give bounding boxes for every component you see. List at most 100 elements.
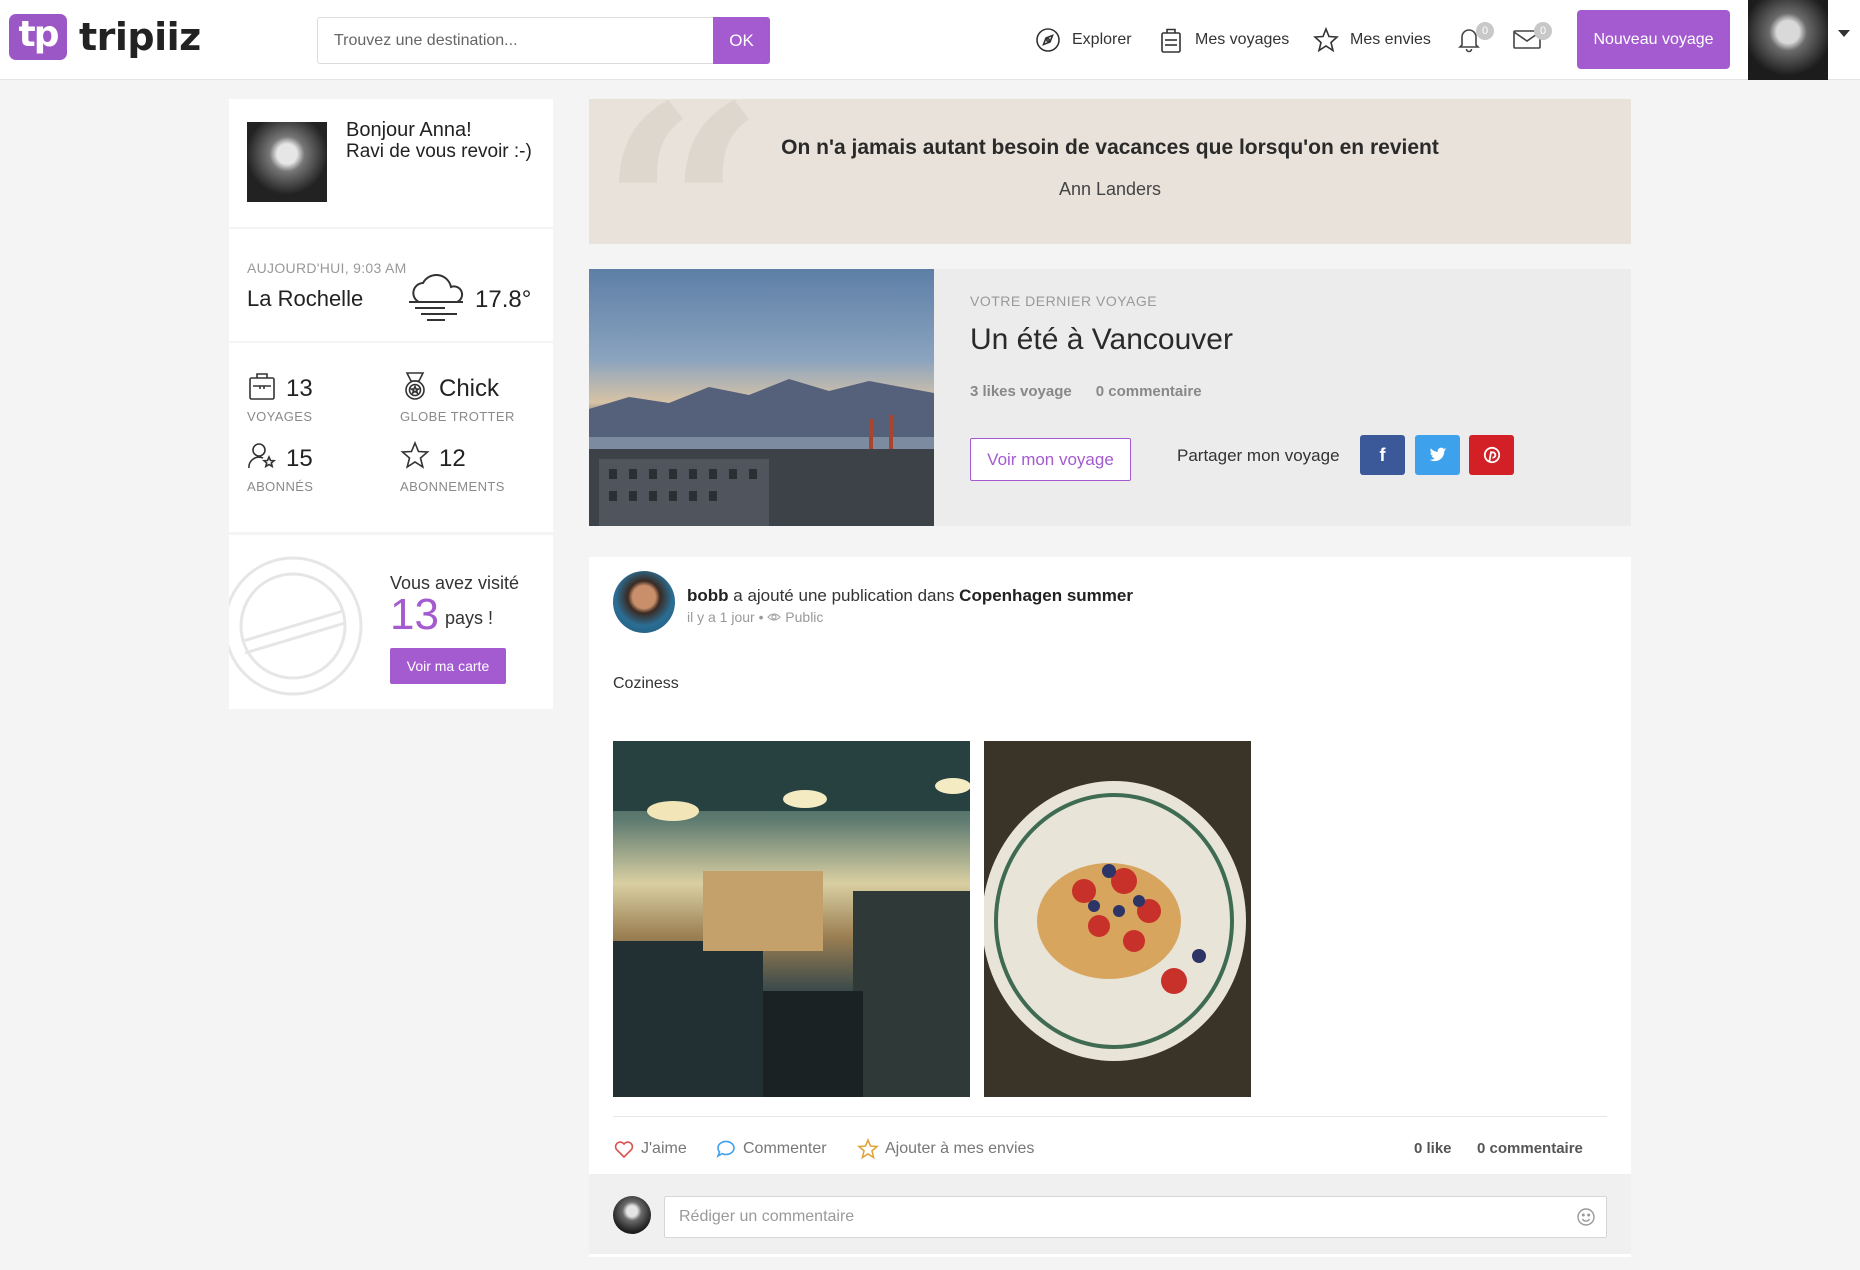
notifications-button[interactable]: 0: [1454, 20, 1494, 54]
pancakes-graphic: [984, 741, 1251, 1097]
speech-bubble-icon: [716, 1140, 735, 1158]
heart-icon: [614, 1141, 634, 1159]
commenter-avatar: [613, 1196, 651, 1234]
chevron-down-icon[interactable]: [1838, 30, 1850, 37]
cloud-fog-icon: [409, 273, 464, 321]
comment-composer: [589, 1174, 1631, 1254]
trip-meta: 3 likes voyage 0 commentaire: [970, 383, 1202, 400]
greeting-card: Bonjour Anna! Ravi de vous revoir :-): [229, 99, 553, 227]
trip-kicker: VOTRE DERNIER VOYAGE: [970, 293, 1158, 309]
cafe-interior-graphic: [613, 741, 970, 1097]
wishlist-action[interactable]: Ajouter à mes envies: [857, 1138, 1034, 1160]
nav-mes-voyages-label: Mes voyages: [1195, 31, 1290, 48]
last-trip-card: VOTRE DERNIER VOYAGE Un été à Vancouver …: [589, 269, 1631, 526]
stat-voyages-count: 13: [286, 375, 313, 402]
comment-count[interactable]: 0 commentaire: [1477, 1140, 1583, 1157]
nav-mes-envies[interactable]: Mes envies: [1312, 0, 1431, 80]
twitter-icon: [1428, 447, 1446, 462]
logo-mark: tp: [9, 14, 67, 60]
nav-mes-envies-label: Mes envies: [1350, 31, 1431, 48]
quote-mark-icon: “: [599, 99, 766, 244]
star-icon: [400, 441, 430, 469]
user-star-icon: [248, 443, 277, 469]
feed-post: bobb a ajouté une publication dans Copen…: [589, 557, 1631, 1257]
stat-abonnes-count: 15: [286, 445, 313, 472]
post-time: il y a 1 jour: [687, 609, 755, 625]
share-label: Partager mon voyage: [1177, 446, 1340, 465]
share-pinterest-button[interactable]: [1469, 435, 1514, 475]
star-icon: [1313, 26, 1339, 53]
trip-likes: 3 likes voyage: [970, 383, 1072, 400]
stat-rank-label: GLOBE TROTTER: [400, 409, 515, 424]
post-visibility: Public: [785, 609, 824, 625]
post-author-avatar[interactable]: [613, 571, 675, 633]
post-divider: [613, 1116, 1607, 1117]
quote-author: Ann Landers: [1058, 179, 1162, 199]
weather-temperature: 17.8°: [475, 286, 532, 313]
stats-card: 13 VOYAGES Chick GLOBE TROTTER 15 ABONNÉ…: [229, 343, 553, 532]
stat-abonnes-label: ABONNÉS: [247, 479, 314, 494]
messages-badge: 0: [1534, 22, 1552, 40]
view-trip-button[interactable]: Voir mon voyage: [970, 438, 1131, 481]
weather-time: AUJOURD'HUI, 9:03 AM: [247, 260, 407, 276]
countries-unit: pays !: [445, 608, 494, 628]
trip-comments: 0 commentaire: [1095, 383, 1202, 400]
greeting-subtitle: Ravi de vous revoir :-): [346, 141, 532, 162]
stat-abonnements-label: ABONNEMENTS: [400, 479, 505, 494]
share-facebook-button[interactable]: f: [1360, 435, 1405, 475]
nav-explorer[interactable]: Explorer: [1034, 0, 1132, 80]
new-trip-button[interactable]: Nouveau voyage: [1577, 10, 1730, 69]
trip-title[interactable]: Un été à Vancouver: [970, 323, 1233, 357]
user-avatar[interactable]: [1748, 0, 1828, 80]
travel-stamp-icon: [229, 556, 363, 696]
stat-rank-value: Chick: [439, 375, 500, 402]
quote-text: On n'a jamais autant besoin de vacances …: [781, 136, 1439, 159]
eye-icon: [767, 613, 782, 621]
medal-icon: [405, 372, 425, 400]
post-photo-cafe[interactable]: [613, 741, 970, 1097]
messages-button[interactable]: 0: [1512, 20, 1552, 54]
like-count[interactable]: 0 like: [1414, 1140, 1452, 1157]
pinterest-icon: [1483, 446, 1500, 464]
logo-wordmark: tripiiz: [79, 15, 201, 59]
share-twitter-button[interactable]: [1415, 435, 1460, 475]
countries-card: Vous avez visité 13 pays ! Voir ma carte: [229, 535, 553, 709]
emoji-icon[interactable]: [1576, 1207, 1596, 1227]
quote-banner: “ On n'a jamais autant besoin de vacance…: [589, 99, 1631, 244]
search-bar: OK: [317, 17, 770, 64]
profile-avatar[interactable]: [247, 122, 327, 202]
compass-icon: [1036, 28, 1060, 52]
post-album-link[interactable]: Copenhagen summer: [959, 586, 1133, 605]
nav-mes-voyages[interactable]: Mes voyages: [1157, 0, 1289, 80]
post-action-text: a ajouté une publication dans: [728, 586, 960, 605]
stat-voyages-label: VOYAGES: [247, 409, 313, 424]
notifications-badge: 0: [1476, 22, 1494, 40]
view-map-button[interactable]: Voir ma carte: [390, 648, 506, 684]
post-text: Coziness: [613, 675, 679, 692]
suitcase-icon: [249, 373, 275, 400]
search-button[interactable]: OK: [713, 17, 770, 64]
post-header: bobb a ajouté une publication dans Copen…: [687, 586, 1133, 606]
wishlist-action-label: Ajouter à mes envies: [885, 1140, 1035, 1157]
facebook-icon: f: [1379, 444, 1386, 465]
nav-explorer-label: Explorer: [1072, 31, 1132, 48]
search-input[interactable]: [317, 17, 713, 64]
star-icon: [857, 1138, 879, 1160]
suitcase-icon: [1161, 28, 1181, 53]
trip-cover-image[interactable]: [589, 269, 934, 526]
logo[interactable]: tp tripiiz: [9, 14, 201, 60]
city-skyline-graphic: [589, 379, 934, 526]
comment-input[interactable]: [664, 1196, 1607, 1238]
post-meta: il y a 1 jour • Public: [687, 609, 824, 625]
post-author[interactable]: bobb: [687, 586, 729, 605]
greeting: Bonjour Anna! Ravi de vous revoir :-): [346, 119, 536, 163]
post-photo-pancakes[interactable]: [984, 741, 1251, 1097]
weather-card: AUJOURD'HUI, 9:03 AM La Rochelle 17.8°: [229, 229, 553, 341]
comment-action[interactable]: Commenter: [715, 1138, 827, 1160]
comment-action-label: Commenter: [743, 1140, 827, 1157]
like-action-label: J'aime: [641, 1140, 687, 1157]
greeting-title: Bonjour Anna!: [346, 119, 472, 141]
top-bar: tp tripiiz OK Explorer Mes voyages Mes e…: [0, 0, 1860, 80]
countries-count: 13: [390, 590, 439, 639]
like-action[interactable]: J'aime: [613, 1138, 687, 1160]
